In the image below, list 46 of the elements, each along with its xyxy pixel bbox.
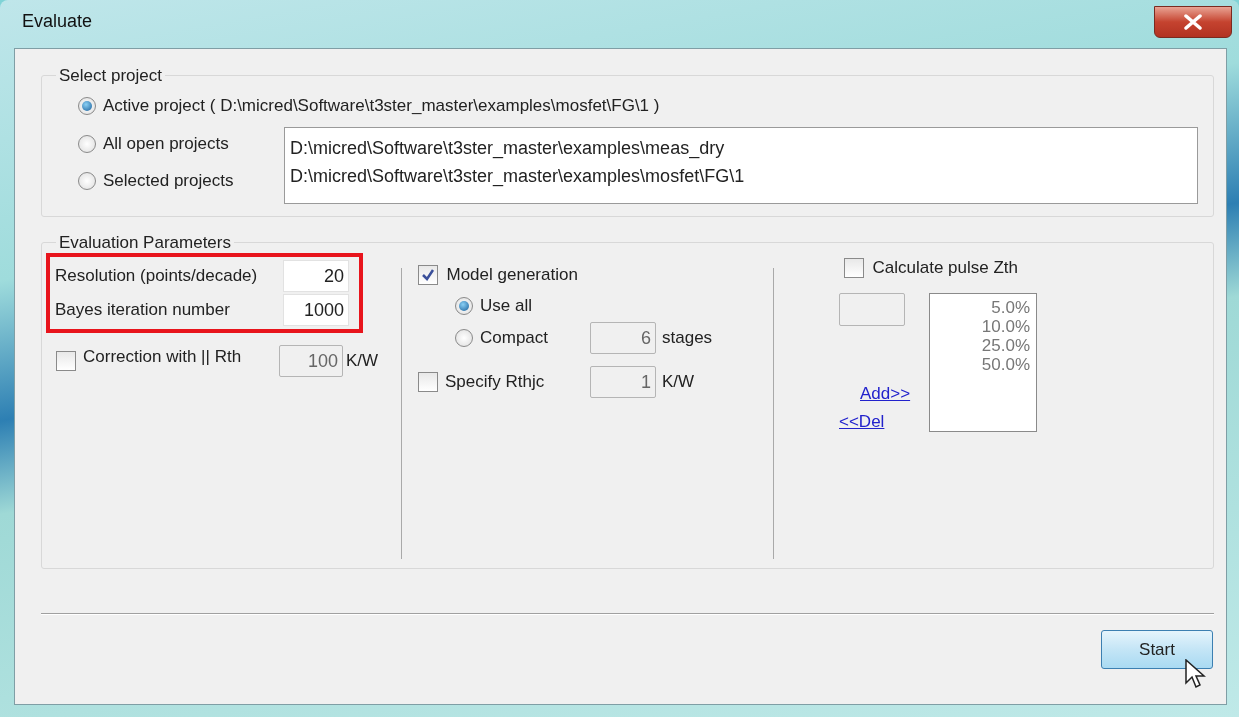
radio-button[interactable] [78, 96, 96, 115]
radio-label: Active project ( D:\micred\Software\t3ster_master\examples\mosfet\FG\1 ) [103, 94, 660, 117]
group-title: Evaluation Parameters [58, 234, 232, 251]
group-title: Select project [58, 67, 163, 84]
mouse-pointer-icon [1184, 659, 1206, 691]
checkbox-label: Model generation [446, 264, 578, 287]
checkbox-label: Specify Rthjc [445, 371, 546, 394]
input-field[interactable]: 100 [279, 345, 343, 377]
radio-label: Use all [480, 295, 533, 318]
radio-label: All open projects [103, 132, 229, 155]
list-item[interactable]: 50.0% [936, 354, 1030, 374]
delete-link[interactable]: <<Del [839, 409, 929, 435]
close-button[interactable] [1154, 6, 1232, 38]
duty-list[interactable]: 5.0% 10.0% 25.0% 50.0% [929, 292, 1037, 432]
window-title: Evaluate [22, 9, 93, 33]
unit-label: K/W [346, 350, 379, 373]
add-link[interactable]: Add>> [860, 380, 929, 406]
checkbox[interactable] [418, 265, 438, 285]
list-item[interactable]: D:\micred\Software\t3ster_master\examples\meas_dry [290, 134, 1197, 162]
radio-button[interactable] [78, 134, 96, 153]
field-label: Bayes iteration number [55, 299, 230, 322]
checkbox[interactable] [418, 372, 438, 392]
radio-label: Selected projects [103, 169, 234, 192]
list-item[interactable]: 5.0% [936, 297, 1030, 317]
unit-label: K/W [662, 371, 695, 394]
radio-label: Compact [480, 327, 550, 350]
start-button[interactable]: Start [1101, 630, 1213, 669]
checkbox-label: Correction with || Rth [83, 346, 243, 369]
close-icon [1183, 14, 1203, 30]
list-item[interactable]: D:\micred\Software\t3ster_master\examples\mosfet\FG\1 [290, 162, 1197, 190]
radio-button[interactable] [78, 171, 96, 190]
input-field[interactable]: 1 [590, 366, 656, 398]
field-label: Resolution (points/decade) [55, 265, 258, 288]
radio-button[interactable] [455, 297, 473, 315]
checkbox-label: Calculate pulse Zth [872, 257, 1019, 279]
radio-button[interactable] [455, 329, 473, 347]
checkbox[interactable] [844, 257, 864, 278]
project-list[interactable]: D:\micred\Software\t3ster_master\examples\meas_dry D:\micred\Software\t3ster_master\examples\mosfet\FG\1 [284, 127, 1198, 204]
checkbox[interactable] [56, 351, 76, 371]
input-field[interactable] [839, 292, 905, 326]
input-field[interactable]: 20 [283, 260, 349, 292]
unit-label: stages [662, 327, 713, 350]
list-item[interactable]: 25.0% [936, 335, 1030, 355]
list-item[interactable]: 10.0% [936, 316, 1030, 336]
input-field[interactable]: 1000 [283, 294, 349, 326]
input-field[interactable]: 6 [590, 322, 656, 354]
